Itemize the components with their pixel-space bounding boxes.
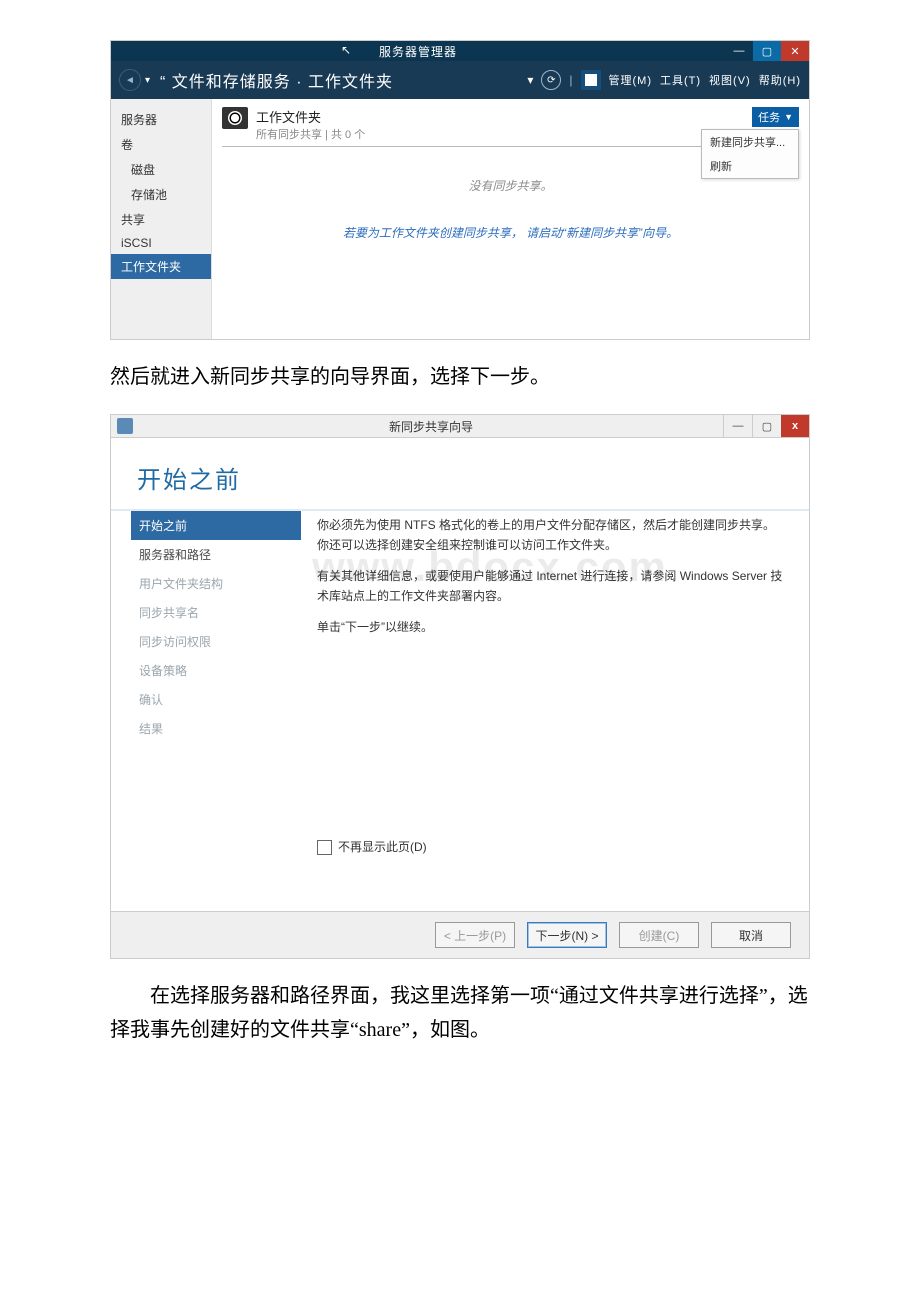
wz-step-before-you-begin[interactable]: 开始之前 xyxy=(131,511,301,540)
wz-dont-show-checkbox[interactable] xyxy=(317,840,332,855)
sm-body: 服务器 卷 磁盘 存储池 共享 iSCSI 工作文件夹 工作文件夹 所有同步共享… xyxy=(111,99,809,339)
sidebar-item-storagepool[interactable]: 存储池 xyxy=(111,182,211,207)
sm-menu-view[interactable]: 视图(V) xyxy=(709,72,751,88)
sm-tasks-label: 任务 xyxy=(758,109,780,125)
wz-step-server-and-path[interactable]: 服务器和路径 xyxy=(131,540,301,569)
wz-step-sync-access: 同步访问权限 xyxy=(131,627,301,656)
sm-minimize-button[interactable]: — xyxy=(725,41,753,61)
sm-tasks-menu-refresh[interactable]: 刷新 xyxy=(702,154,798,178)
mouse-cursor-icon: ↖ xyxy=(341,43,351,57)
sm-window-controls: — ▢ ✕ xyxy=(725,41,809,61)
wz-steps-panel: 开始之前 服务器和路径 用户文件夹结构 同步共享名 同步访问权限 设备策略 确认… xyxy=(111,511,311,911)
sm-group-header: 工作文件夹 所有同步共享 | 共 0 个 任务 ▼ 新建同步共享... 刷新 xyxy=(222,107,799,147)
sm-tasks-menu-newshare[interactable]: 新建同步共享... xyxy=(702,130,798,154)
chevron-down-icon: ▼ xyxy=(784,112,793,122)
wz-next-button[interactable]: 下一步(N) > xyxy=(527,922,607,948)
wz-dont-show-row[interactable]: 不再显示此页(D) xyxy=(317,837,783,857)
sm-tasks-button[interactable]: 任务 ▼ xyxy=(752,107,799,127)
wizard-app-icon xyxy=(117,418,133,434)
doc-paragraph-1: 然后就进入新同步共享的向导界面，选择下一步。 xyxy=(110,360,810,394)
wz-prev-button: < 上一步(P) xyxy=(435,922,515,948)
flag-icon[interactable] xyxy=(581,70,601,90)
sm-group-title: 工作文件夹 xyxy=(256,107,365,126)
sm-sidebar: 服务器 卷 磁盘 存储池 共享 iSCSI 工作文件夹 xyxy=(111,99,212,339)
wz-window-title: 新同步共享向导 xyxy=(139,418,723,435)
sidebar-item-servers[interactable]: 服务器 xyxy=(111,107,211,132)
sm-menu-tools[interactable]: 工具(T) xyxy=(660,72,701,88)
sm-back-dropdown[interactable]: ▾ xyxy=(145,75,150,86)
wz-step-user-folder: 用户文件夹结构 xyxy=(131,569,301,598)
sm-titlebar: ↖ 服务器管理器 — ▢ ✕ xyxy=(111,41,809,61)
sm-maximize-button[interactable]: ▢ xyxy=(753,41,781,61)
sm-hint-link[interactable]: 请启动“新建同步共享”向导。 xyxy=(526,226,678,240)
wz-create-button: 创建(C) xyxy=(619,922,699,948)
sidebar-item-workfolders[interactable]: 工作文件夹 xyxy=(111,254,211,279)
sm-breadcrumb: “ 文件和存储服务 · 工作文件夹 xyxy=(160,68,393,92)
wz-step-confirm: 确认 xyxy=(131,685,301,714)
sm-hint-prefix: 若要为工作文件夹创建同步共享， xyxy=(343,226,523,240)
wz-footer: < 上一步(P) 下一步(N) > 创建(C) 取消 xyxy=(111,911,809,958)
wz-maximize-button[interactable]: ▢ xyxy=(752,415,781,437)
sm-group-subtitle: 所有同步共享 | 共 0 个 xyxy=(256,126,365,142)
sync-folder-icon xyxy=(222,107,248,129)
sm-menu-help[interactable]: 帮助(H) xyxy=(759,72,801,88)
sidebar-item-shares[interactable]: 共享 xyxy=(111,207,211,232)
refresh-icon[interactable]: ⟳ xyxy=(541,70,561,90)
wz-body-p2: 有关其他详细信息，或要使用户能够通过 Internet 进行连接，请参阅 Win… xyxy=(317,566,783,607)
wz-window-controls: — ▢ x xyxy=(723,415,809,437)
wz-close-button[interactable]: x xyxy=(781,415,809,437)
sm-window-title: 服务器管理器 xyxy=(111,43,725,60)
wz-body: 开始之前 服务器和路径 用户文件夹结构 同步共享名 同步访问权限 设备策略 确认… xyxy=(111,509,809,911)
server-manager-window: ↖ 服务器管理器 — ▢ ✕ ◄ ▾ “ 文件和存储服务 · 工作文件夹 ▾ ⟳… xyxy=(110,40,810,340)
wz-body-p1: 你必须先为使用 NTFS 格式化的卷上的用户文件分配存储区，然后才能创建同步共享… xyxy=(317,515,783,556)
wz-minimize-button[interactable]: — xyxy=(723,415,752,437)
doc-paragraph-2: 在选择服务器和路径界面，我这里选择第一项“通过文件共享进行选择”，选择我事先创建… xyxy=(110,979,810,1047)
sidebar-item-disks[interactable]: 磁盘 xyxy=(111,157,211,182)
sm-back-button[interactable]: ◄ xyxy=(119,69,141,91)
wz-page-title: 开始之前 xyxy=(111,438,809,509)
sm-hint: 若要为工作文件夹创建同步共享， 请启动“新建同步共享”向导。 xyxy=(222,224,799,241)
wizard-window: 新同步共享向导 — ▢ x 开始之前 开始之前 服务器和路径 用户文件夹结构 同… xyxy=(110,414,810,959)
sidebar-item-iscsi[interactable]: iSCSI xyxy=(111,232,211,254)
sm-close-button[interactable]: ✕ xyxy=(781,41,809,61)
sm-header: ◄ ▾ “ 文件和存储服务 · 工作文件夹 ▾ ⟳ | 管理(M) 工具(T) … xyxy=(111,61,809,99)
sm-quick-dropdown[interactable]: ▾ xyxy=(527,73,533,87)
wz-steps-list: 开始之前 服务器和路径 用户文件夹结构 同步共享名 同步访问权限 设备策略 确认… xyxy=(131,511,301,743)
sm-separator: | xyxy=(569,73,572,87)
wz-content: www.bdocx.com 你必须先为使用 NTFS 格式化的卷上的用户文件分配… xyxy=(311,511,809,911)
sidebar-item-volumes[interactable]: 卷 xyxy=(111,132,211,157)
wz-cancel-button[interactable]: 取消 xyxy=(711,922,791,948)
wz-dont-show-label: 不再显示此页(D) xyxy=(338,837,427,857)
wz-step-device-policy: 设备策略 xyxy=(131,656,301,685)
sm-tasks-menu: 新建同步共享... 刷新 xyxy=(701,129,799,179)
sm-menu-manage[interactable]: 管理(M) xyxy=(609,72,653,88)
wz-step-results: 结果 xyxy=(131,714,301,743)
wz-body-p3: 单击“下一步”以继续。 xyxy=(317,617,783,637)
sm-main: 工作文件夹 所有同步共享 | 共 0 个 任务 ▼ 新建同步共享... 刷新 没… xyxy=(212,99,809,339)
sm-empty-text: 没有同步共享。 xyxy=(222,177,799,194)
wz-titlebar: 新同步共享向导 — ▢ x xyxy=(111,415,809,438)
wz-step-share-name: 同步共享名 xyxy=(131,598,301,627)
